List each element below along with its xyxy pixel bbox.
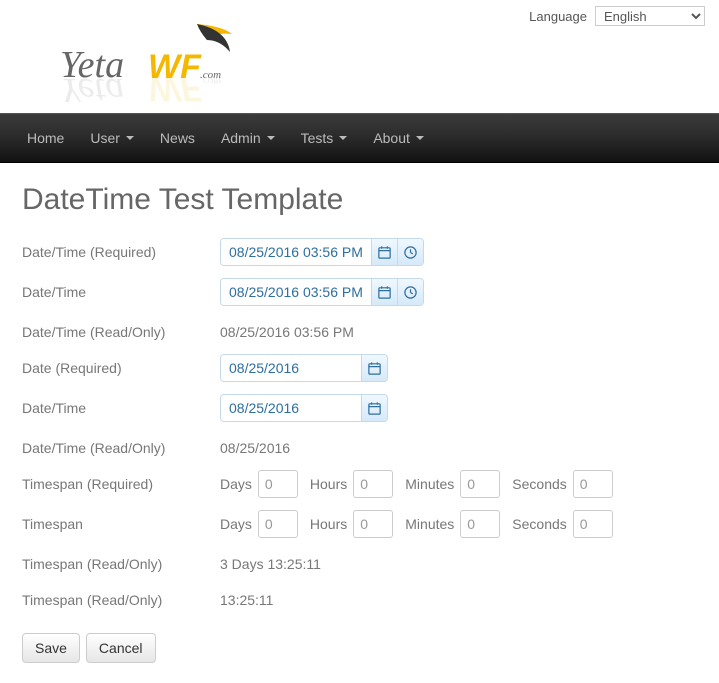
date-required-input[interactable] bbox=[221, 355, 361, 381]
value-date-readonly: 08/25/2016 bbox=[220, 440, 697, 456]
label-date: Date/Time bbox=[22, 400, 220, 416]
svg-text:Yeta: Yeta bbox=[60, 70, 124, 102]
cancel-button[interactable]: Cancel bbox=[86, 633, 156, 663]
navbar: Home User News Admin Tests About bbox=[0, 113, 719, 163]
row-date: Date/Time bbox=[22, 391, 697, 425]
calendar-icon[interactable] bbox=[371, 239, 397, 265]
logo[interactable]: Yeta WF .com Yeta WF .com bbox=[22, 22, 232, 102]
row-datetime-required: Date/Time (Required) bbox=[22, 235, 697, 269]
language-select[interactable]: English bbox=[595, 6, 705, 26]
value-timespan-readonly2: 13:25:11 bbox=[220, 592, 697, 608]
ts-required-days-input[interactable] bbox=[258, 470, 298, 498]
value-datetime-readonly: 08/25/2016 03:56 PM bbox=[220, 324, 697, 340]
row-date-required: Date (Required) bbox=[22, 351, 697, 385]
page-title: DateTime Test Template bbox=[22, 183, 697, 217]
ts-seconds-label: Seconds bbox=[512, 516, 566, 532]
language-label: Language bbox=[529, 9, 587, 24]
chevron-down-icon bbox=[416, 136, 424, 140]
ts-minutes-label: Minutes bbox=[405, 516, 454, 532]
nav-home[interactable]: Home bbox=[14, 115, 77, 161]
clock-icon[interactable] bbox=[397, 239, 423, 265]
calendar-icon[interactable] bbox=[371, 279, 397, 305]
date-picker bbox=[220, 394, 388, 422]
nav-user[interactable]: User bbox=[77, 115, 147, 161]
datetime-required-input[interactable] bbox=[221, 239, 371, 265]
ts-required-seconds-input[interactable] bbox=[573, 470, 613, 498]
row-timespan: Timespan Days Hours Minutes Seconds bbox=[22, 507, 697, 541]
row-datetime-readonly: Date/Time (Read/Only) 08/25/2016 03:56 P… bbox=[22, 315, 697, 349]
label-datetime: Date/Time bbox=[22, 284, 220, 300]
save-button[interactable]: Save bbox=[22, 633, 80, 663]
label-datetime-readonly: Date/Time (Read/Only) bbox=[22, 324, 220, 340]
ts-required-minutes-label: Minutes bbox=[405, 476, 454, 492]
ts-required-seconds-label: Seconds bbox=[512, 476, 566, 492]
ts-seconds-input[interactable] bbox=[573, 510, 613, 538]
label-timespan: Timespan bbox=[22, 516, 220, 532]
content: DateTime Test Template Date/Time (Requir… bbox=[0, 163, 719, 683]
chevron-down-icon bbox=[267, 136, 275, 140]
ts-hours-input[interactable] bbox=[353, 510, 393, 538]
label-datetime-required: Date/Time (Required) bbox=[22, 244, 220, 260]
chevron-down-icon bbox=[126, 136, 134, 140]
calendar-icon[interactable] bbox=[361, 395, 387, 421]
ts-hours-label: Hours bbox=[310, 516, 347, 532]
datetime-required-picker bbox=[220, 238, 424, 266]
button-row: Save Cancel bbox=[22, 633, 697, 663]
label-timespan-required: Timespan (Required) bbox=[22, 476, 220, 492]
calendar-icon[interactable] bbox=[361, 355, 387, 381]
nav-about[interactable]: About bbox=[360, 115, 437, 161]
svg-text:.com: .com bbox=[200, 75, 221, 87]
ts-required-minutes-input[interactable] bbox=[460, 470, 500, 498]
row-date-readonly: Date/Time (Read/Only) 08/25/2016 bbox=[22, 431, 697, 465]
label-timespan-readonly2: Timespan (Read/Only) bbox=[22, 592, 220, 608]
nav-admin[interactable]: Admin bbox=[208, 115, 288, 161]
label-date-required: Date (Required) bbox=[22, 360, 220, 376]
date-input[interactable] bbox=[221, 395, 361, 421]
ts-required-hours-input[interactable] bbox=[353, 470, 393, 498]
row-timespan-readonly2: Timespan (Read/Only) 13:25:11 bbox=[22, 583, 697, 617]
datetime-picker bbox=[220, 278, 424, 306]
value-timespan-readonly1: 3 Days 13:25:11 bbox=[220, 556, 697, 572]
nav-tests[interactable]: Tests bbox=[288, 115, 361, 161]
ts-required-days-label: Days bbox=[220, 476, 252, 492]
ts-minutes-input[interactable] bbox=[460, 510, 500, 538]
svg-text:WF: WF bbox=[148, 70, 202, 102]
chevron-down-icon bbox=[339, 136, 347, 140]
ts-days-input[interactable] bbox=[258, 510, 298, 538]
label-timespan-readonly1: Timespan (Read/Only) bbox=[22, 556, 220, 572]
logo-area: Yeta WF .com Yeta WF .com bbox=[0, 22, 719, 113]
ts-days-label: Days bbox=[220, 516, 252, 532]
row-timespan-required: Timespan (Required) Days Hours Minutes S… bbox=[22, 467, 697, 501]
ts-required-hours-label: Hours bbox=[310, 476, 347, 492]
row-datetime: Date/Time bbox=[22, 275, 697, 309]
row-timespan-readonly1: Timespan (Read/Only) 3 Days 13:25:11 bbox=[22, 547, 697, 581]
clock-icon[interactable] bbox=[397, 279, 423, 305]
datetime-input[interactable] bbox=[221, 279, 371, 305]
date-required-picker bbox=[220, 354, 388, 382]
nav-news[interactable]: News bbox=[147, 115, 208, 161]
label-date-readonly: Date/Time (Read/Only) bbox=[22, 440, 220, 456]
